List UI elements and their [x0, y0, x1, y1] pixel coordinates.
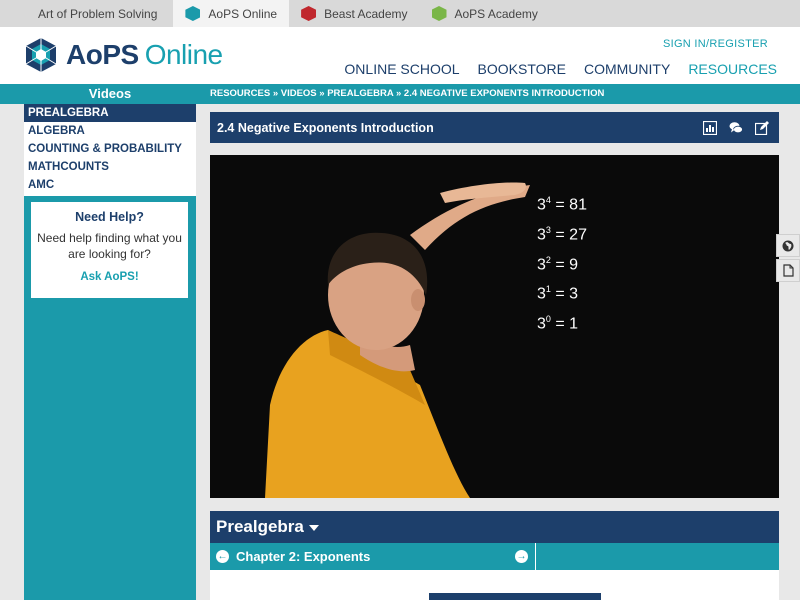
main-nav: ONLINE SCHOOL BOOKSTORE COMMUNITY RESOUR… [344, 61, 777, 77]
video-tools [703, 120, 769, 135]
nav-online-school[interactable]: ONLINE SCHOOL [344, 61, 459, 77]
help-box: Need Help? Need help finding what you ar… [31, 202, 188, 298]
section-title: Videos [88, 86, 132, 101]
caret-down-icon [308, 524, 319, 531]
logo-cube-icon [25, 38, 57, 72]
equation-list: 34 = 81 33 = 27 32 = 9 31 = 3 30 = 1 [537, 188, 587, 337]
equation: 30 = 1 [537, 314, 579, 333]
chapter-nav: ← Chapter 2: Exponents → [210, 543, 779, 570]
video-player[interactable]: 34 = 81 33 = 27 32 = 9 31 = 3 30 = 1 [210, 155, 779, 498]
sidebar-item-mathcounts[interactable]: MATHCOUNTS [24, 158, 196, 176]
edit-icon[interactable] [755, 120, 769, 135]
previous-chapter-icon[interactable]: ← [216, 550, 229, 563]
course-name: Prealgebra [216, 517, 304, 536]
aops-online-logo[interactable]: AoPS Online [24, 37, 223, 73]
next-chapter-icon[interactable]: → [515, 550, 528, 563]
sidebar: PREALGEBRA ALGEBRA COUNTING & PROBABILIT… [24, 104, 196, 600]
course-dropdown[interactable]: Prealgebra [210, 511, 779, 543]
sidebar-item-prealgebra[interactable]: PREALGEBRA [24, 104, 196, 122]
lesson-button[interactable] [429, 593, 601, 600]
floating-tabs [776, 234, 800, 284]
subject-list: PREALGEBRA ALGEBRA COUNTING & PROBABILIT… [24, 104, 196, 196]
site-link-beast-academy[interactable]: Beast Academy [289, 0, 419, 27]
document-icon [782, 264, 794, 277]
section-band: Videos RESOURCES » VIDEOS » PREALGEBRA »… [0, 84, 800, 104]
site-switcher-bar: Art of Problem Solving AoPS Online Beast… [0, 0, 800, 27]
site-link-aops[interactable]: Art of Problem Solving [0, 0, 173, 27]
site-link-label: AoPS Online [208, 6, 278, 21]
equation: 32 = 9 [537, 254, 579, 273]
globe-tab[interactable] [776, 234, 800, 257]
ask-aops-link[interactable]: Ask AoPS! [31, 271, 188, 283]
sidebar-item-algebra[interactable]: ALGEBRA [24, 122, 196, 140]
comments-icon[interactable] [729, 121, 743, 135]
aops-academy-icon [431, 6, 447, 21]
main-content: 2.4 Negative Exponents Introduction 34 =… [210, 112, 779, 600]
nav-bookstore[interactable]: BOOKSTORE [478, 61, 566, 77]
nav-community[interactable]: COMMUNITY [584, 61, 670, 77]
beast-academy-icon [301, 6, 317, 21]
help-text: Need help finding what you are looking f… [37, 231, 182, 261]
aops-online-icon [185, 6, 201, 21]
stats-icon[interactable] [703, 120, 717, 135]
video-title-bar: 2.4 Negative Exponents Introduction [210, 112, 779, 143]
nav-resources[interactable]: RESOURCES [688, 61, 777, 77]
document-tab[interactable] [776, 259, 800, 282]
instructor-figure [265, 182, 530, 498]
logo-product: Online [144, 39, 223, 70]
lesson-panel [210, 570, 779, 600]
help-title: Need Help? [75, 210, 144, 224]
sidebar-item-amc[interactable]: AMC [24, 176, 196, 194]
chapter-selector: ← Chapter 2: Exponents → [210, 543, 536, 570]
site-link-aops-academy[interactable]: AoPS Academy [420, 0, 550, 27]
sidebar-item-counting-probability[interactable]: COUNTING & PROBABILITY [24, 140, 196, 158]
equation: 34 = 81 [537, 195, 587, 214]
site-link-aops-online[interactable]: AoPS Online [173, 0, 290, 27]
site-link-label: AoPS Academy [454, 6, 538, 21]
site-header: AoPS Online SIGN IN/REGISTER ONLINE SCHOO… [0, 27, 800, 84]
equation: 33 = 27 [537, 224, 587, 244]
breadcrumb[interactable]: RESOURCES » VIDEOS » PREALGEBRA » 2.4 NE… [210, 84, 604, 104]
site-link-label: Beast Academy [324, 6, 408, 21]
logo-wordmark: AoPS Online [66, 39, 223, 71]
logo-brand: AoPS [66, 39, 139, 70]
globe-icon [782, 240, 794, 251]
video-title: 2.4 Negative Exponents Introduction [217, 120, 434, 135]
chapter-title: Chapter 2: Exponents [236, 549, 371, 564]
equation: 31 = 3 [537, 284, 579, 303]
site-link-label: Art of Problem Solving [38, 6, 158, 21]
sign-in-register-link[interactable]: SIGN IN/REGISTER [663, 38, 768, 50]
